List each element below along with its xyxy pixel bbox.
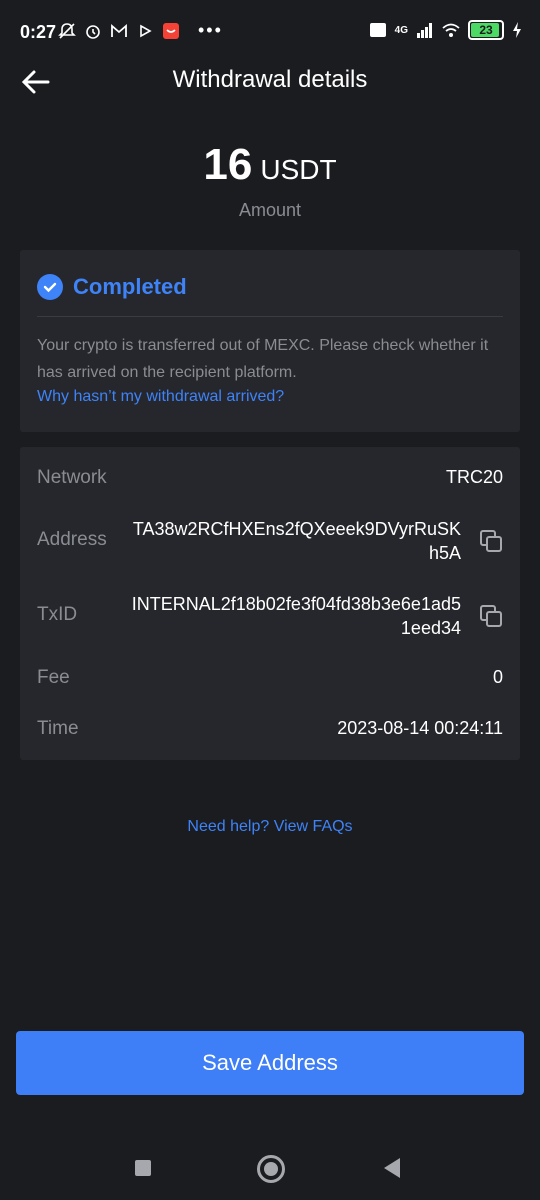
more-notifications-icon: ••• bbox=[198, 20, 223, 40]
save-address-button[interactable]: Save Address bbox=[16, 1031, 524, 1095]
fee-value: 0 bbox=[492, 667, 503, 687]
network-label: Network bbox=[37, 467, 107, 488]
alarm-icon bbox=[86, 24, 100, 39]
txid-label: TxID bbox=[37, 604, 78, 625]
mail-icon bbox=[111, 23, 127, 37]
battery-icon: 23 bbox=[468, 20, 504, 40]
navigation-bar bbox=[0, 1140, 540, 1200]
amount-display: 16 USDT bbox=[0, 140, 540, 190]
recent-apps-icon[interactable] bbox=[135, 1160, 151, 1176]
amount-value: 16 bbox=[203, 140, 253, 189]
notification-icons: ••• bbox=[58, 20, 223, 41]
back-icon[interactable] bbox=[384, 1158, 400, 1178]
amount-unit: USDT bbox=[260, 154, 337, 185]
play-icon bbox=[140, 24, 152, 37]
details-card: Network TRC20 Address TA38w2RCfHXEns2fQX… bbox=[20, 447, 520, 760]
address-value: TA38w2RCfHXEns2fQXeeek9DVyrRuSKh5A bbox=[132, 519, 461, 563]
txid-value: INTERNAL2f18b02fe3f04fd38b3e6e1ad51eed34 bbox=[131, 594, 461, 638]
status-description: Your crypto is transferred out of MEXC. … bbox=[37, 337, 489, 381]
check-circle-icon bbox=[37, 274, 63, 300]
status-time: 0:27 bbox=[20, 22, 57, 42]
network-value: TRC20 bbox=[445, 467, 503, 487]
charging-icon bbox=[513, 22, 521, 38]
header: Withdrawal details bbox=[0, 56, 540, 106]
page-title: Withdrawal details bbox=[172, 66, 368, 93]
system-icons: 4G 23 bbox=[369, 20, 522, 40]
battery-level: 23 bbox=[479, 23, 493, 37]
copy-txid-icon[interactable] bbox=[479, 604, 503, 628]
status-title: Completed bbox=[73, 274, 187, 299]
amount-label: Amount bbox=[238, 200, 302, 220]
fee-label: Fee bbox=[37, 667, 70, 688]
faq-link[interactable]: Need help? View FAQs bbox=[0, 818, 540, 836]
home-icon[interactable] bbox=[257, 1155, 285, 1183]
network-type: 4G bbox=[394, 24, 408, 36]
status-bar: 0:27 ••• 4G 23 bbox=[0, 0, 540, 64]
time-label: Time bbox=[37, 718, 79, 739]
status-card: Completed Your crypto is transferred out… bbox=[20, 250, 520, 432]
volte-icon bbox=[369, 23, 386, 37]
app-icon bbox=[163, 22, 179, 39]
divider bbox=[37, 316, 503, 317]
withdrawal-help-link[interactable]: Why hasn’t my withdrawal arrived? bbox=[37, 388, 284, 406]
status-header: Completed bbox=[37, 274, 187, 300]
address-label: Address bbox=[37, 529, 107, 550]
bell-off-icon bbox=[58, 22, 76, 39]
wifi-icon bbox=[442, 23, 460, 37]
time-value: 2023-08-14 00:24:11 bbox=[337, 718, 503, 738]
signal-icon bbox=[417, 23, 432, 38]
copy-address-icon[interactable] bbox=[479, 529, 503, 553]
